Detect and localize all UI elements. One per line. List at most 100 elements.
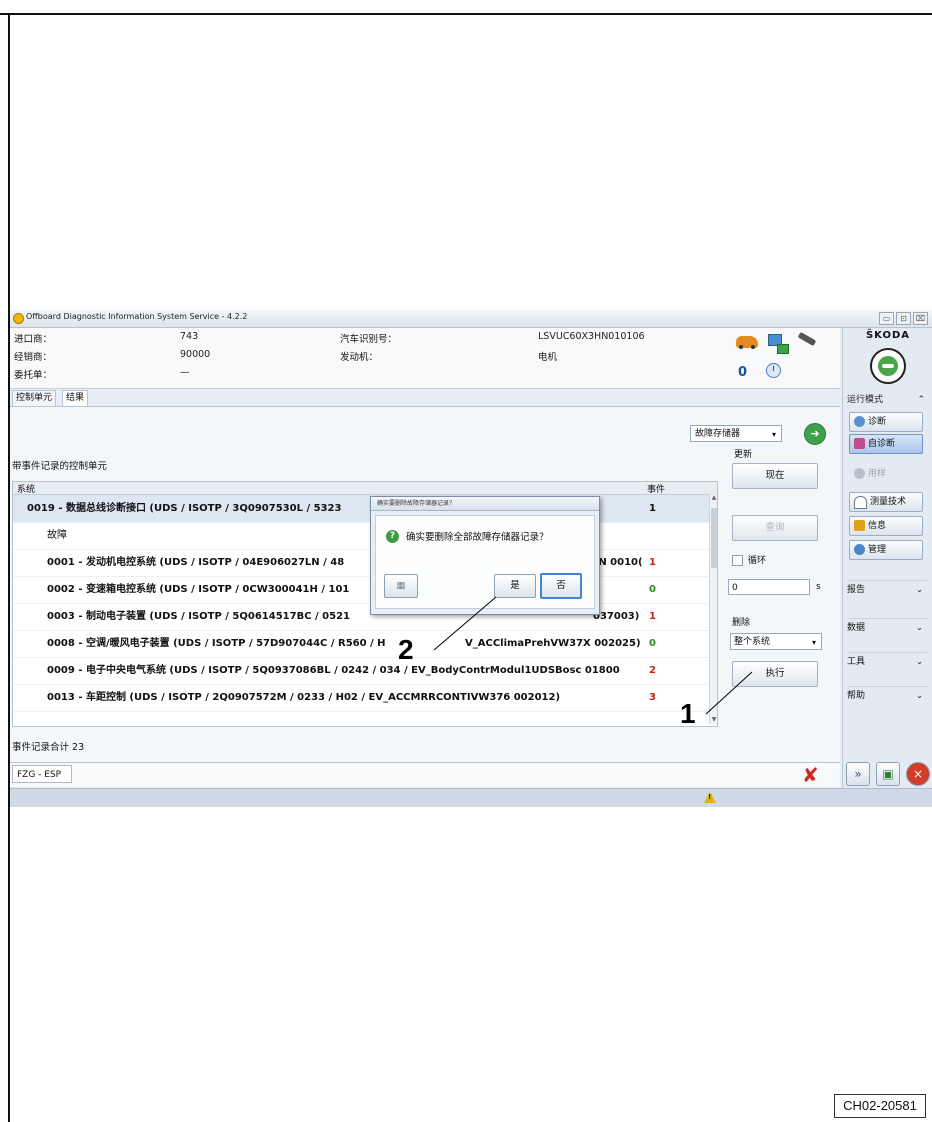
order-label: 委托单： bbox=[14, 370, 53, 381]
section-report[interactable]: 报告 ⌄ bbox=[847, 580, 927, 599]
row-events: 1 bbox=[649, 503, 656, 514]
chevron-down-icon: ⌄ bbox=[916, 657, 923, 666]
section-data[interactable]: 数据 ⌄ bbox=[847, 618, 927, 637]
mode-diagnosis-button[interactable]: 诊断 bbox=[849, 412, 923, 432]
mode-measurement-button[interactable]: 测量技术 bbox=[849, 492, 923, 512]
dialog-title: 确实要删除故障存储器记录？ bbox=[371, 497, 599, 511]
row-text: 0001 - 发动机电控系统 (UDS / ISOTP / 04E906027L… bbox=[47, 557, 345, 568]
dialog-body: ? 确实要删除全部故障存储器记录？ ▦ 是 否 bbox=[375, 515, 595, 609]
column-system: 系统 bbox=[17, 485, 36, 495]
mode-info-button[interactable]: 信息 bbox=[849, 516, 923, 536]
row-events: 3 bbox=[649, 692, 656, 703]
table-header: 系统 事件 bbox=[13, 482, 717, 495]
mode-label: 信息 bbox=[868, 521, 887, 531]
table-row[interactable]: 0008 - 空调/暖风电子装置 (UDS / ISOTP / 57D90704… bbox=[13, 630, 713, 658]
importer-label: 进口商： bbox=[14, 334, 53, 345]
update-label: 更新 bbox=[734, 450, 753, 460]
dealer-label: 经销商： bbox=[14, 352, 53, 363]
maximize-button[interactable]: ⊡ bbox=[896, 312, 911, 325]
mode-label: 管理 bbox=[868, 545, 887, 555]
mode-label: 用样 bbox=[868, 469, 887, 479]
dealer-value: 90000 bbox=[180, 349, 211, 360]
now-button[interactable]: 现在 bbox=[732, 463, 818, 489]
query-button[interactable]: 查询 bbox=[732, 515, 818, 541]
row-text: 0009 - 电子中央电气系统 (UDS / ISOTP / 5Q0937086… bbox=[47, 665, 620, 676]
chevron-down-icon: ⌄ bbox=[916, 623, 923, 632]
forward-icon[interactable]: » bbox=[846, 762, 870, 786]
mode-label: 测量技术 bbox=[870, 497, 907, 507]
figure-code: CH02-20581 bbox=[834, 1094, 926, 1118]
row-text-tail: V_ACClimaPrehVW37X 002025) bbox=[465, 638, 641, 649]
admin-gear-icon bbox=[854, 544, 865, 555]
delete-scope-select[interactable]: 整个系统 ▾ bbox=[730, 633, 822, 650]
yes-button[interactable]: 是 bbox=[494, 574, 536, 598]
section-tools[interactable]: 工具 ⌄ bbox=[847, 652, 927, 671]
app-icon bbox=[13, 313, 24, 324]
mode-header[interactable]: 运行模式 ⌃ bbox=[847, 392, 929, 408]
table-row[interactable]: 0013 - 车距控制 (UDS / ISOTP / 2Q0907572M / … bbox=[13, 684, 713, 712]
table-row[interactable]: 0003 - 制动电子装置 (UDS / ISOTP / 5Q0614517BC… bbox=[13, 603, 713, 631]
cancel-x-icon[interactable]: ✘ bbox=[802, 764, 819, 786]
status-bar: FZG - ESP ✘ bbox=[10, 762, 840, 787]
delete-label: 删除 bbox=[732, 618, 751, 628]
confirm-delete-dialog: 确实要删除故障存储器记录？ ? 确实要删除全部故障存储器记录？ ▦ 是 否 bbox=[370, 496, 600, 615]
scroll-down-icon[interactable]: ▼ bbox=[710, 716, 717, 724]
no-button[interactable]: 否 bbox=[540, 573, 582, 599]
close-window-button[interactable]: ⌧ bbox=[913, 312, 928, 325]
window-title: Offboard Diagnostic Information System S… bbox=[26, 312, 248, 321]
table-row[interactable]: 0001 - 发动机电控系统 (UDS / ISOTP / 04E906027L… bbox=[13, 549, 713, 577]
diagnostic-plug-icon[interactable] bbox=[797, 331, 817, 347]
network-icon[interactable] bbox=[768, 334, 789, 354]
vehicle-connection-icon[interactable] bbox=[736, 336, 758, 349]
mode-admin-button[interactable]: 管理 bbox=[849, 540, 923, 560]
section-label: 帮助 bbox=[847, 691, 866, 701]
table-row[interactable]: 0009 - 电子中央电气系统 (UDS / ISOTP / 5Q0937086… bbox=[13, 657, 713, 685]
engine-label: 发动机： bbox=[340, 352, 379, 363]
row-events: 1 bbox=[649, 557, 656, 568]
mode-self-diagnosis-button[interactable]: 自诊断 bbox=[849, 434, 923, 454]
table-row[interactable]: 0002 - 变速箱电控系统 (UDS / ISOTP / 0CW300041H… bbox=[13, 576, 713, 604]
minimize-button[interactable]: ▭ bbox=[879, 312, 894, 325]
table-scrollbar[interactable]: ▲ ▼ bbox=[709, 494, 717, 724]
vehicle-info-bar: 进口商： 743 经销商： 90000 委托单： — 汽车识别号： LSVUC6… bbox=[10, 328, 840, 389]
chevron-down-icon: ⌄ bbox=[916, 585, 923, 594]
row-text: 0008 - 空调/暖风电子装置 (UDS / ISOTP / 57D90704… bbox=[47, 638, 386, 649]
execute-button[interactable]: 执行 bbox=[732, 661, 818, 687]
section-label: 报告 bbox=[847, 585, 866, 595]
title-bar: Offboard Diagnostic Information System S… bbox=[10, 310, 932, 328]
row-events: 2 bbox=[649, 665, 656, 676]
sample-icon bbox=[854, 468, 865, 479]
screenshot-icon[interactable]: ▣ bbox=[876, 762, 900, 786]
interval-input[interactable]: 0 bbox=[728, 579, 810, 595]
memory-type-select[interactable]: 故障存储器 ▾ bbox=[690, 425, 782, 442]
row-text: 0019 - 数据总线诊断接口 (UDS / ISOTP / 3Q0907530… bbox=[27, 503, 342, 514]
loop-checkbox[interactable] bbox=[732, 555, 743, 566]
memory-type-value: 故障存储器 bbox=[695, 429, 741, 439]
tab-control-units[interactable]: 控制单元 bbox=[12, 390, 57, 406]
scroll-up-icon[interactable]: ▲ bbox=[710, 494, 717, 502]
mode-header-label: 运行模式 bbox=[847, 395, 884, 405]
row-events: 0 bbox=[649, 584, 656, 595]
battery-counter: 0 bbox=[738, 365, 748, 380]
mode-sample-button[interactable]: 用样 bbox=[849, 464, 923, 484]
table-row[interactable]: 0019 - 数据总线诊断接口 (UDS / ISOTP / 3Q0907530… bbox=[13, 495, 713, 523]
section-help[interactable]: 帮助 ⌄ bbox=[847, 686, 927, 705]
exit-icon[interactable]: × bbox=[906, 762, 930, 786]
status-field: FZG - ESP bbox=[12, 765, 72, 783]
dialog-screenshot-icon[interactable]: ▦ bbox=[384, 574, 418, 598]
tab-results[interactable]: 结果 bbox=[62, 390, 89, 406]
go-arrow-button[interactable]: ➜ bbox=[804, 423, 826, 445]
row-events: 1 bbox=[649, 611, 656, 622]
bottom-bar: ! bbox=[10, 788, 932, 807]
chevron-up-icon[interactable]: ⌃ bbox=[917, 392, 925, 408]
chevron-down-icon: ⌄ bbox=[916, 691, 923, 700]
table-row[interactable]: 故障 bbox=[13, 522, 713, 550]
diagnosis-icon bbox=[854, 416, 865, 427]
figure-frame-top bbox=[0, 13, 932, 15]
section-label: 工具 bbox=[847, 657, 866, 667]
scroll-thumb[interactable] bbox=[711, 508, 717, 568]
brand-name: ŠKODA bbox=[865, 330, 911, 341]
row-events: 0 bbox=[649, 638, 656, 649]
vin-label: 汽车识别号： bbox=[340, 334, 398, 345]
odis-window: Offboard Diagnostic Information System S… bbox=[10, 310, 932, 807]
